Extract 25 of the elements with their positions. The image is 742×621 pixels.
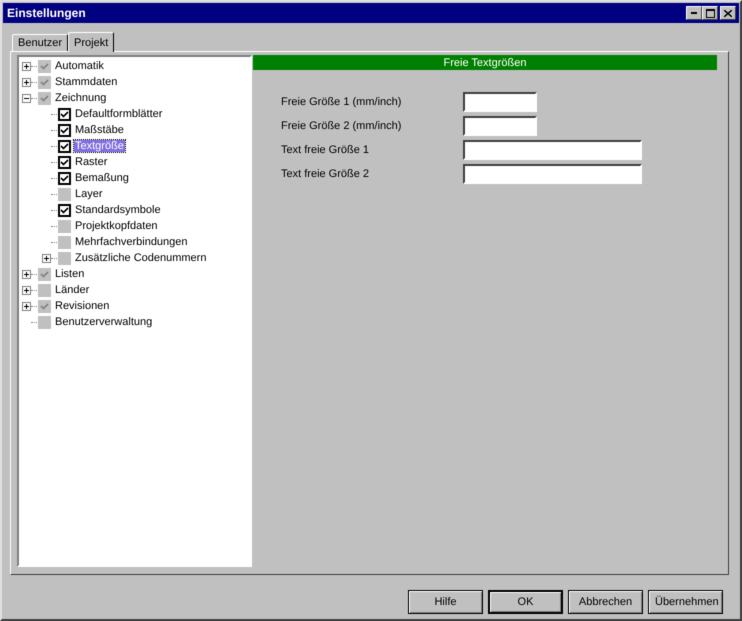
window-title: Einstellungen [7, 6, 86, 20]
dialog-button[interactable]: Übernehmen [648, 590, 723, 614]
input-field[interactable] [463, 140, 642, 160]
minimize-button[interactable] [686, 6, 702, 20]
checkmark-icon [40, 270, 49, 278]
input-field[interactable] [463, 164, 642, 184]
dialog-button[interactable]: OK [488, 590, 563, 614]
close-icon [724, 10, 732, 16]
dialog-button[interactable]: Abbrechen [568, 590, 643, 614]
field-label: Text freie Größe 2 [281, 168, 370, 180]
input-field[interactable] [463, 116, 537, 136]
checkmark-icon [40, 302, 49, 310]
input-field[interactable] [463, 92, 537, 112]
checkmark-icon [60, 206, 69, 214]
maximize-icon [706, 8, 714, 18]
panel-header: Freie Textgrößen [253, 55, 717, 70]
dialog-button[interactable]: Hilfe [408, 590, 483, 614]
minimize-icon [691, 12, 697, 14]
maximize-button[interactable] [702, 6, 718, 20]
tab[interactable]: Benutzer [12, 34, 68, 51]
tab[interactable]: Projekt [68, 32, 114, 52]
field-label: Freie Größe 2 (mm/inch) [281, 120, 402, 132]
field-label: Freie Größe 1 (mm/inch) [281, 96, 402, 108]
field-label: Text freie Größe 1 [281, 144, 370, 156]
close-button[interactable] [720, 6, 736, 20]
